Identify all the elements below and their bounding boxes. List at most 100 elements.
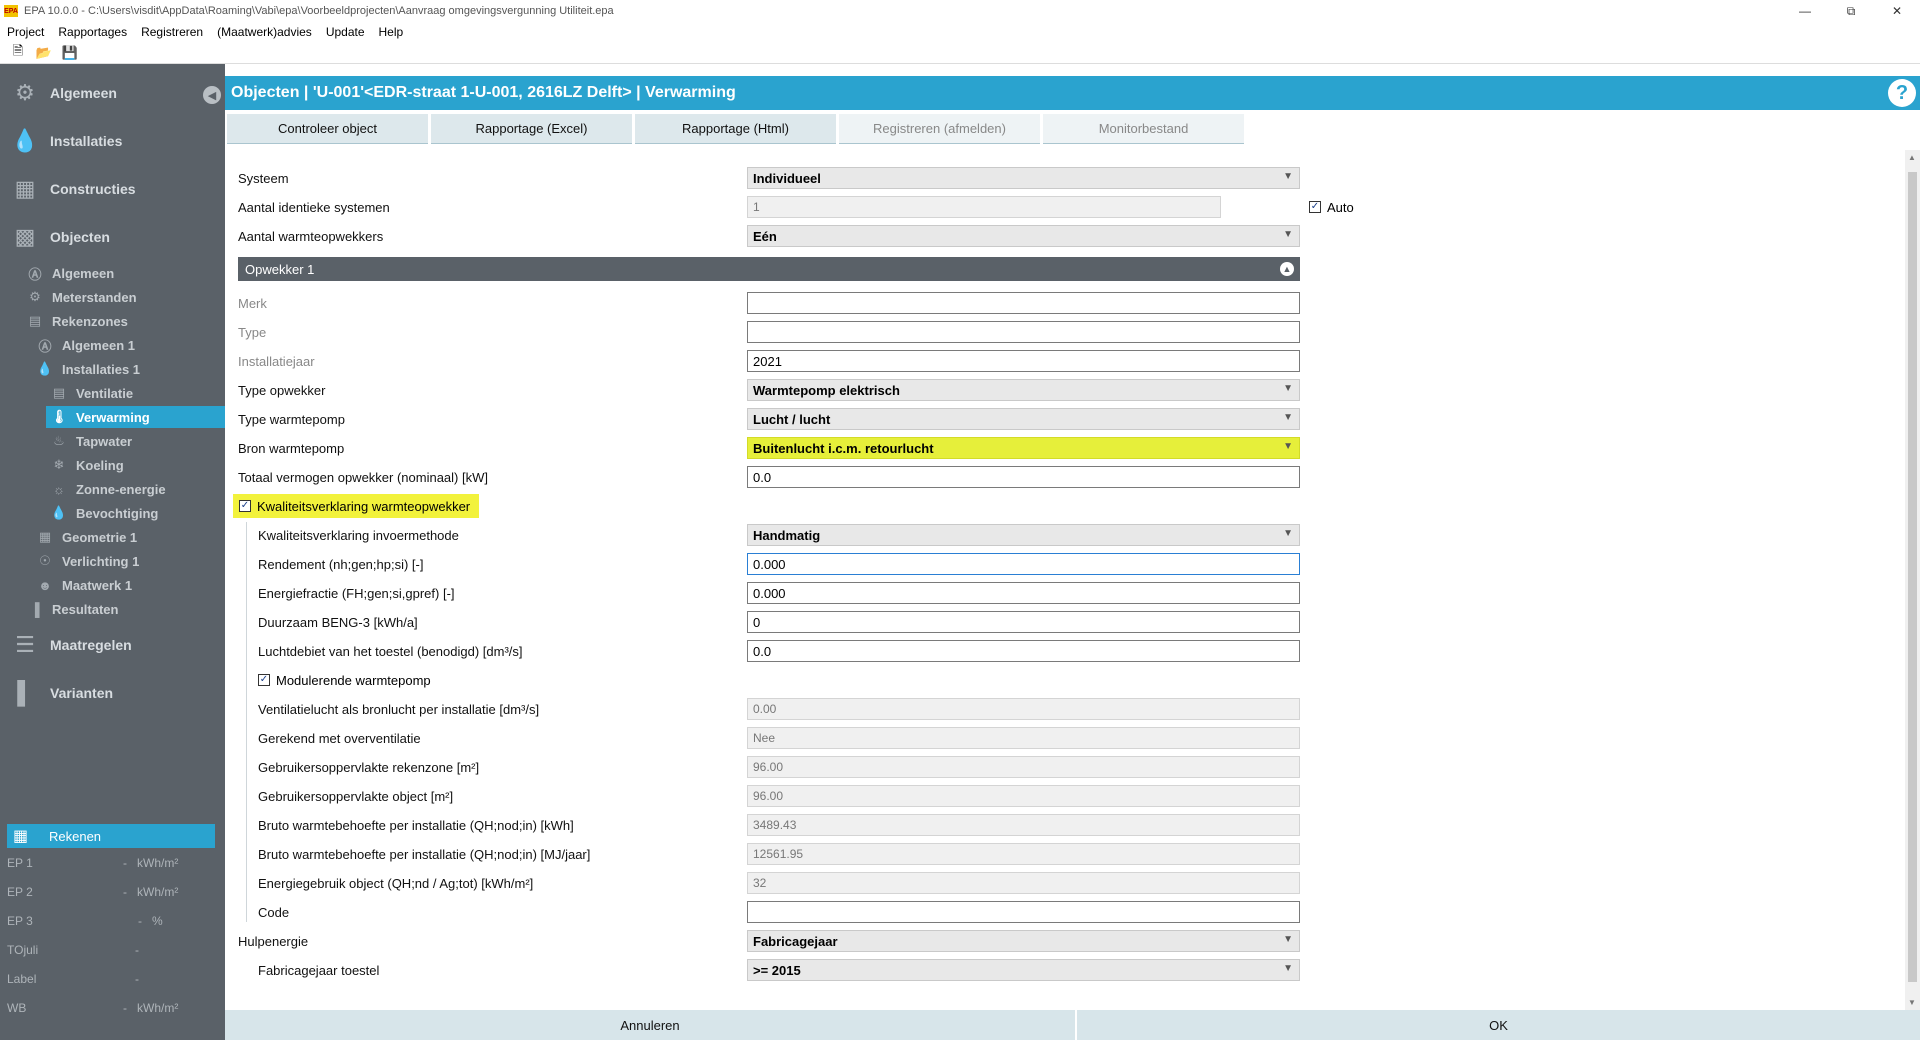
totaal-vermogen-input[interactable]: 0.0: [747, 466, 1300, 488]
row-bruto-mj: Bruto warmtebehoefte per installatie (QH…: [225, 842, 1905, 866]
person-icon: ☻: [38, 577, 52, 593]
row-duurzaam: Duurzaam BENG-3 [kWh/a] 0: [225, 610, 1905, 634]
hulpenergie-select[interactable]: Fabricagejaar ▼: [747, 930, 1300, 952]
row-systeem: Systeem Individueel ▼: [225, 166, 1905, 190]
close-icon[interactable]: ✕: [1874, 0, 1920, 22]
chevron-down-icon: ▼: [1283, 934, 1293, 945]
sidebar-tree-tapwater[interactable]: ♨ Tapwater: [50, 430, 132, 452]
menu-project[interactable]: Project: [0, 25, 51, 39]
modulerend-checkbox[interactable]: ✓ Modulerende warmtepomp: [258, 673, 431, 688]
field-label: Code: [258, 904, 290, 920]
chevron-down-icon: ▼: [1283, 229, 1293, 240]
installatiejaar-input[interactable]: 2021: [747, 350, 1300, 372]
sidebar-tree-algemeen[interactable]: Ⓐ Algemeen: [26, 262, 114, 284]
tab-controleer-object[interactable]: Controleer object: [227, 114, 428, 144]
kwaliteitsverklaring-checkbox[interactable]: ✓ Kwaliteitsverklaring warmteopwekker: [233, 494, 480, 518]
invoermethode-select[interactable]: Handmatig ▼: [747, 524, 1300, 546]
sidebar-tree-koeling[interactable]: ❄ Koeling: [50, 454, 124, 476]
fabricagejaar-select[interactable]: >= 2015 ▼: [747, 959, 1300, 981]
duurzaam-input[interactable]: 0: [747, 611, 1300, 633]
scroll-up-icon[interactable]: ▲: [1908, 153, 1916, 162]
rendement-input[interactable]: 0.000: [747, 553, 1300, 575]
row-type: Type: [225, 320, 1905, 344]
cancel-button[interactable]: Annuleren: [225, 1010, 1075, 1040]
tab-monitorbestand: Monitorbestand: [1043, 114, 1244, 144]
section-opwekker-1[interactable]: Opwekker 1 ▲: [238, 257, 1300, 281]
tab-rapportage-excel[interactable]: Rapportage (Excel): [431, 114, 632, 144]
sidebar-item-maatregelen[interactable]: ☰ Maatregelen: [10, 631, 132, 659]
auto-checkbox[interactable]: ✓ Auto: [1309, 200, 1354, 215]
bulb-icon: ☉: [39, 553, 51, 568]
code-input[interactable]: [747, 901, 1300, 923]
sidebar-item-objecten[interactable]: ▩ Objecten: [10, 223, 110, 251]
overventilatie-value: Nee: [747, 727, 1300, 749]
tree-label: Resultaten: [52, 601, 119, 617]
help-icon[interactable]: ?: [1888, 79, 1916, 107]
maximize-icon[interactable]: ⧉: [1828, 0, 1874, 22]
sidebar-tree-geometrie-1[interactable]: ▦ Geometrie 1: [36, 526, 137, 548]
sidebar-tree-verlichting-1[interactable]: ☉ Verlichting 1: [36, 550, 139, 572]
collapse-sidebar-icon[interactable]: ◀: [203, 86, 221, 104]
sidebar-tree-maatwerk-1[interactable]: ☻ Maatwerk 1: [36, 574, 132, 596]
merk-input[interactable]: [747, 292, 1300, 314]
sidebar-tree-ventilatie[interactable]: ▤ Ventilatie: [50, 382, 133, 404]
save-icon[interactable]: 💾: [62, 45, 78, 61]
sidebar-tree-algemeen-1[interactable]: Ⓐ Algemeen 1: [36, 334, 135, 356]
sidebar-item-label: Varianten: [50, 685, 114, 701]
tree-label: Koeling: [76, 457, 124, 473]
chevron-down-icon: ▼: [1283, 412, 1293, 423]
new-file-icon[interactable]: 🗎: [10, 43, 26, 61]
field-label: Type opwekker: [238, 382, 326, 398]
sidebar-tree-bevochtiging[interactable]: 💧 Bevochtiging: [50, 502, 158, 524]
sidebar-tree-resultaten[interactable]: ▐ Resultaten: [26, 598, 118, 620]
sidebar-tree-installaties-1[interactable]: 💧 Installaties 1: [36, 358, 140, 380]
open-folder-icon[interactable]: 📂: [36, 45, 52, 61]
rekenen-button[interactable]: ▦ Rekenen: [7, 824, 215, 848]
sidebar-tree-rekenzones[interactable]: ▤ Rekenzones: [26, 310, 128, 332]
sidebar-tree-meterstanden[interactable]: ⚙ Meterstanden: [26, 286, 136, 308]
menu-help[interactable]: Help: [372, 25, 411, 39]
field-label: Type warmtepomp: [238, 411, 345, 427]
field-label: Gebruikersoppervlakte object [m²]: [258, 788, 454, 804]
meter-icon: ⚙: [29, 289, 41, 304]
sidebar-item-installaties[interactable]: 💧 Installaties: [10, 127, 122, 155]
minimize-icon[interactable]: —: [1782, 0, 1828, 22]
energiefractie-input[interactable]: 0.000: [747, 582, 1300, 604]
scroll-down-icon[interactable]: ▼: [1908, 998, 1916, 1007]
sidebar-item-varianten[interactable]: ▌ Varianten: [10, 679, 113, 707]
menu-rapportages[interactable]: Rapportages: [51, 25, 134, 39]
tree-label: Zonne-energie: [76, 481, 166, 497]
field-label: Hulpenergie: [238, 933, 309, 949]
collapse-section-icon[interactable]: ▲: [1280, 262, 1294, 276]
result-ep2: EP 2 - kWh/m²: [7, 885, 217, 899]
sidebar-item-constructies[interactable]: ▦ Constructies: [10, 175, 136, 203]
systeem-select[interactable]: Individueel ▼: [747, 167, 1300, 189]
result-label: WB: [7, 1001, 27, 1015]
select-value: Buitenlucht i.c.m. retourlucht: [753, 440, 934, 456]
tab-rapportage-html[interactable]: Rapportage (Html): [635, 114, 836, 144]
sidebar-item-algemeen[interactable]: ⚙ Algemeen: [10, 79, 117, 107]
row-opp-rekenzone: Gebruikersoppervlakte rekenzone [m²] 96.…: [225, 755, 1905, 779]
luchtdebiet-input[interactable]: 0.0: [747, 640, 1300, 662]
menu-registreren[interactable]: Registreren: [134, 25, 210, 39]
zones-icon: ▤: [28, 313, 42, 328]
field-label: Energiegebruik object (QH;nd / Ag;tot) […: [258, 875, 534, 891]
menu-maatwerkadvies[interactable]: (Maatwerk)advies: [210, 25, 319, 39]
tree-label: Rekenzones: [52, 313, 128, 329]
sidebar-tree-zonne-energie[interactable]: ☼ Zonne-energie: [50, 478, 166, 500]
grid-icon: ▦: [14, 176, 36, 201]
field-label: Energiefractie (FH;gen;si,gpref) [-]: [258, 585, 455, 601]
ok-button[interactable]: OK: [1077, 1010, 1920, 1040]
ventilation-icon: ▤: [52, 385, 66, 400]
type-opwekker-select[interactable]: Warmtepomp elektrisch ▼: [747, 379, 1300, 401]
vertical-scrollbar[interactable]: ▲ ▼: [1905, 150, 1920, 1010]
menu-update[interactable]: Update: [319, 25, 372, 39]
sidebar-item-label: Algemeen: [50, 85, 117, 101]
bron-warmtepomp-select[interactable]: Buitenlucht i.c.m. retourlucht ▼: [747, 437, 1300, 459]
scrollbar-thumb[interactable]: [1908, 172, 1917, 982]
type-warmtepomp-select[interactable]: Lucht / lucht ▼: [747, 408, 1300, 430]
aantal-opwekkers-select[interactable]: Eén ▼: [747, 225, 1300, 247]
window-title: EPA 10.0.0 - C:\Users\visdit\AppData\Roa…: [24, 5, 614, 17]
sidebar-tree-verwarming[interactable]: 🌡 Verwarming: [46, 406, 225, 428]
type-input[interactable]: [747, 321, 1300, 343]
